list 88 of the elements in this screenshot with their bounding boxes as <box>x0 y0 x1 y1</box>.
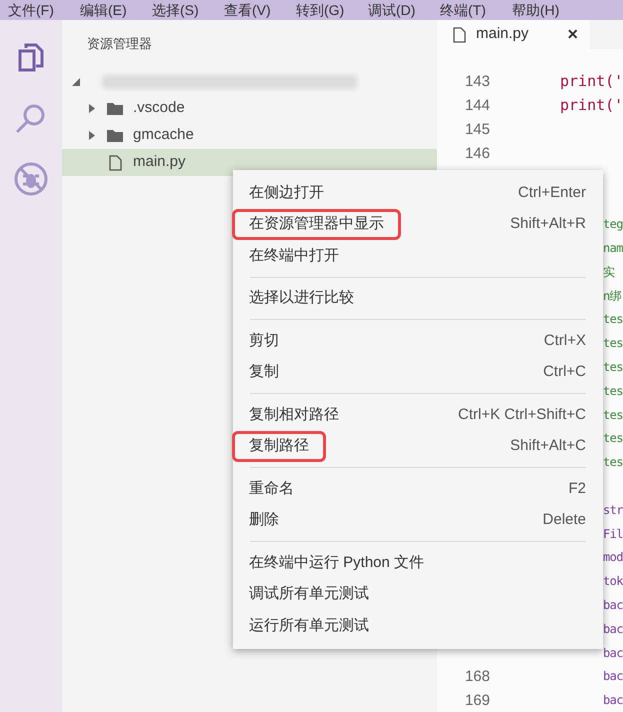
code-text: print(' <box>560 71 623 92</box>
context-menu-item[interactable]: 复制 Ctrl+C <box>233 356 603 388</box>
code-text: tes <box>603 454 623 472</box>
editor-tab[interactable]: main.py × <box>437 20 590 50</box>
files-icon[interactable] <box>18 42 44 72</box>
code-text: str <box>603 502 623 519</box>
menu-item-label: 在侧边打开 <box>249 182 324 202</box>
line-number: 146 <box>464 144 490 162</box>
shortcut-text: Ctrl+K Ctrl+Shift+C <box>458 404 586 424</box>
line-number: 168 <box>464 668 490 686</box>
explorer-title: 资源管理器 <box>87 35 152 54</box>
code-text: print(' <box>560 94 623 116</box>
menu-item-label: 选择以进行比较 <box>249 288 354 308</box>
code-text: bac <box>603 644 623 662</box>
tree-item[interactable]: .vscode <box>62 95 437 122</box>
menu-item-label: 剪切 <box>249 330 279 350</box>
collapsed-arrow-icon <box>89 131 95 140</box>
code-text: tok <box>603 573 623 590</box>
menu-item-label: 重命名 <box>249 478 294 498</box>
menu-item[interactable]: 文件(F) <box>0 0 72 20</box>
code-text: tes <box>603 358 623 376</box>
context-menu-item[interactable]: 调试所有单元测试 <box>233 578 603 610</box>
context-menu-item[interactable]: 在侧边打开 Ctrl+Enter <box>233 177 603 208</box>
folder-icon <box>107 102 123 115</box>
tree-item-label: gmcache <box>133 125 194 146</box>
line-number: 144 <box>464 96 490 114</box>
code-text: mod <box>603 549 623 566</box>
context-menu-item[interactable]: 重命名 F2 <box>233 473 603 504</box>
menu-item-label: 调试所有单元测试 <box>249 584 369 604</box>
context-menu-item[interactable]: 剪切 Ctrl+X <box>233 325 603 356</box>
menu-item-label: 在终端中运行 Python 文件 <box>249 552 424 572</box>
code-text: bac <box>603 596 623 614</box>
menu-item[interactable]: 转到(G) <box>288 0 360 20</box>
code-text: n绑 <box>603 288 622 305</box>
menu-item-label: 复制路径 <box>232 431 326 462</box>
shortcut-text: F2 <box>568 478 586 498</box>
code-text: tes <box>603 311 623 328</box>
tree-item-label: .vscode <box>133 98 185 118</box>
context-menu-item[interactable]: 复制路径 Shift+Alt+C <box>233 430 603 462</box>
code-text: 实 <box>603 264 614 281</box>
tree-item-label: main.py <box>133 152 186 172</box>
context-menu-item[interactable]: 在终端中打开 <box>233 240 603 272</box>
close-button[interactable]: × <box>567 21 578 48</box>
shortcut-text: Delete <box>542 510 586 530</box>
line-number: 145 <box>464 120 490 138</box>
file-icon <box>108 154 122 170</box>
menu-item-label: 在终端中打开 <box>249 246 339 266</box>
context-menu-item[interactable]: 运行所有单元测试 <box>233 610 603 642</box>
line-number: 143 <box>464 73 490 90</box>
expanded-arrow-icon <box>72 78 80 86</box>
shortcut-text: Ctrl+Enter <box>518 182 586 202</box>
menu-item-label: 删除 <box>249 510 279 530</box>
menu-item[interactable]: 查看(V) <box>216 0 288 20</box>
menu-item-label: 复制 <box>249 362 279 382</box>
shortcut-text: Ctrl+C <box>543 362 586 382</box>
context-menu-item[interactable]: 复制相对路径 Ctrl+K Ctrl+Shift+C <box>233 399 603 430</box>
context-menu-item[interactable]: 删除 Delete <box>233 504 603 536</box>
menu-item-label: 在资源管理器中显示 <box>232 209 401 240</box>
code-text: bac <box>603 620 623 638</box>
code-text: Fil <box>603 526 623 543</box>
code-text: tes <box>603 335 623 352</box>
tree-item[interactable]: gmcache <box>62 122 437 149</box>
shortcut-text: Shift+Alt+C <box>510 436 586 456</box>
code-text: bac <box>603 668 623 686</box>
code-text: bac <box>603 692 623 710</box>
file-icon <box>453 26 466 43</box>
folder-icon <box>107 129 123 142</box>
menu-item-label: 复制相对路径 <box>249 404 339 424</box>
menu-item[interactable]: 选择(S) <box>144 0 216 20</box>
context-menu-item[interactable]: 选择以进行比较 <box>233 282 603 314</box>
code-text: tes <box>603 430 623 448</box>
code-text: tes <box>603 406 623 424</box>
menu-item[interactable]: 帮助(H) <box>504 0 576 20</box>
bug-icon[interactable] <box>14 162 48 196</box>
line-number: 169 <box>464 692 490 709</box>
code-text: teg <box>603 216 623 234</box>
context-menu-item[interactable]: 在终端中运行 Python 文件 <box>233 547 603 578</box>
search-icon[interactable] <box>15 102 47 134</box>
menu-item[interactable]: 编辑(E) <box>72 0 144 20</box>
code-text: tes <box>603 382 623 400</box>
collapsed-arrow-icon <box>89 104 95 113</box>
menu-item[interactable]: 终端(T) <box>432 0 504 20</box>
context-menu-item[interactable]: 在资源管理器中显示 Shift+Alt+R <box>233 208 603 240</box>
code-text: nam <box>603 240 623 257</box>
shortcut-text: Shift+Alt+R <box>510 214 586 234</box>
menu-item[interactable]: 调试(D) <box>360 0 432 20</box>
shortcut-text: Ctrl+X <box>544 330 586 350</box>
menu-item-label: 运行所有单元测试 <box>249 616 369 636</box>
